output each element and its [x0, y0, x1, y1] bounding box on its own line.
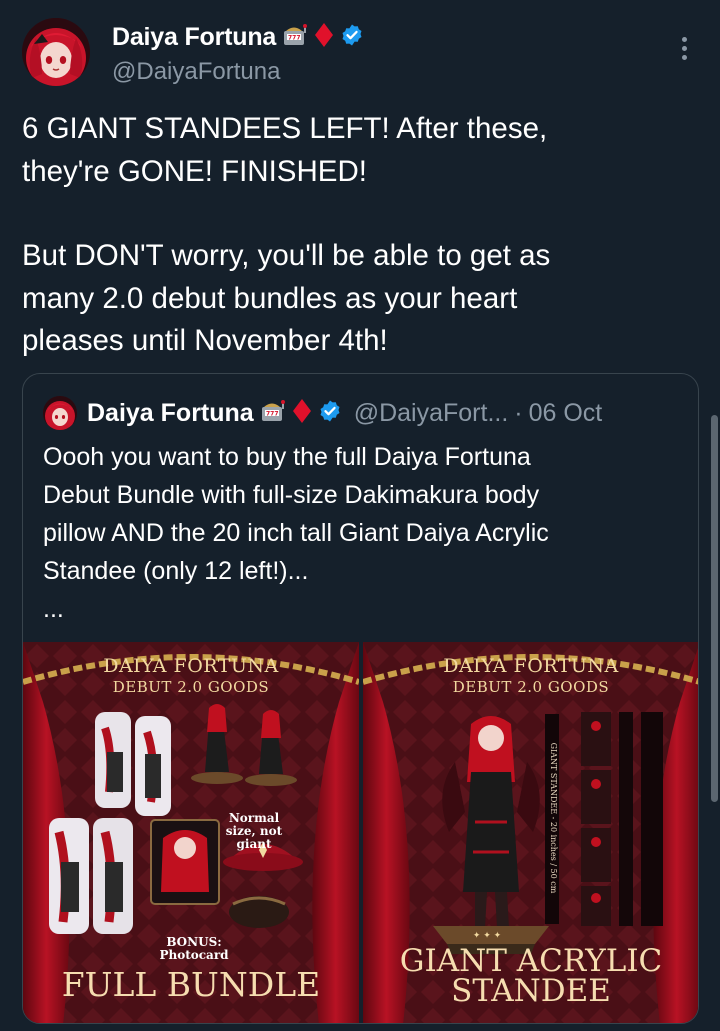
verified-badge-icon[interactable] — [340, 23, 364, 52]
svg-text:✦ ✦ ✦: ✦ ✦ ✦ — [473, 931, 502, 941]
panel-caption-line1: GIANT ACRYLIC — [399, 943, 663, 979]
svg-text:777: 777 — [266, 411, 279, 418]
panel-title: DAIYA FORTUNA DEBUT 2.0 GOODS — [23, 656, 359, 698]
bonus-note: BONUS: Photocard — [159, 935, 229, 962]
panel-caption: FULL BUNDLE — [61, 965, 321, 1004]
media-image-giant-standee[interactable]: ✦ ✦ ✦ DAIYA FORTUNA DEBUT 2.0 GOODS GIAN… — [363, 642, 698, 1023]
slot-machine-icon: 777 — [282, 23, 308, 52]
quote-text: Oooh you want to buy the full Daiya Fort… — [43, 443, 549, 623]
post-paragraph: But DON'T worry, you'll be able to get a… — [22, 239, 551, 357]
normal-size-note: Normal size, not giant — [225, 811, 283, 851]
quote-media: DAIYA FORTUNA DEBUT 2.0 GOODS Normal siz… — [23, 642, 698, 1023]
panel-title-line1: DAIYA FORTUNA — [103, 655, 279, 677]
date-separator: · — [514, 399, 523, 427]
author-avatar[interactable] — [22, 18, 90, 86]
panel-title-line2: DEBUT 2.0 GOODS — [112, 678, 270, 696]
author-handle[interactable]: @DaiyaFortuna — [112, 58, 280, 86]
quote-date[interactable]: 06 Oct — [529, 399, 603, 428]
quote-author-row: Daiya Fortuna 777 @DaiyaFort... · 06 Oct — [87, 398, 602, 429]
svg-text:777: 777 — [288, 35, 301, 42]
post-text: 6 GIANT STANDEES LEFT! After these, they… — [22, 108, 682, 363]
quoted-post[interactable]: Daiya Fortuna 777 @DaiyaFort... · 06 Oct… — [22, 373, 699, 1024]
quote-display-name: Daiya Fortuna — [87, 399, 254, 427]
red-diamond-icon — [314, 22, 334, 53]
panel-caption-line2: STANDEE — [451, 973, 611, 1009]
quote-handle: @DaiyaFort... — [353, 399, 509, 427]
more-options-icon[interactable] — [670, 34, 698, 62]
post: Daiya Fortuna 777 @DaiyaFortuna 6 GIANT … — [0, 0, 720, 1031]
author-name-row: Daiya Fortuna 777 — [112, 22, 364, 53]
panel-caption: GIANT ACRYLIC STANDEE — [363, 943, 698, 1009]
slot-machine-icon: 777 — [260, 399, 286, 428]
post-paragraph: 6 GIANT STANDEES LEFT! After these, they… — [22, 112, 548, 188]
red-diamond-icon — [292, 398, 312, 429]
panel-title-line2: DEBUT 2.0 GOODS — [452, 678, 610, 696]
scrollbar[interactable] — [711, 415, 718, 802]
media-image-full-bundle[interactable]: DAIYA FORTUNA DEBUT 2.0 GOODS Normal siz… — [23, 642, 359, 1023]
verified-badge-icon — [318, 399, 342, 428]
standee-size-vertical-text: GIANT STANDEE - 20 inches / 50 cm — [549, 742, 558, 894]
quote-author-avatar — [43, 396, 77, 430]
panel-title: DAIYA FORTUNA DEBUT 2.0 GOODS — [363, 655, 698, 698]
author-display-name[interactable]: Daiya Fortuna — [112, 23, 276, 52]
panel-title-line1: DAIYA FORTUNA — [443, 655, 619, 677]
